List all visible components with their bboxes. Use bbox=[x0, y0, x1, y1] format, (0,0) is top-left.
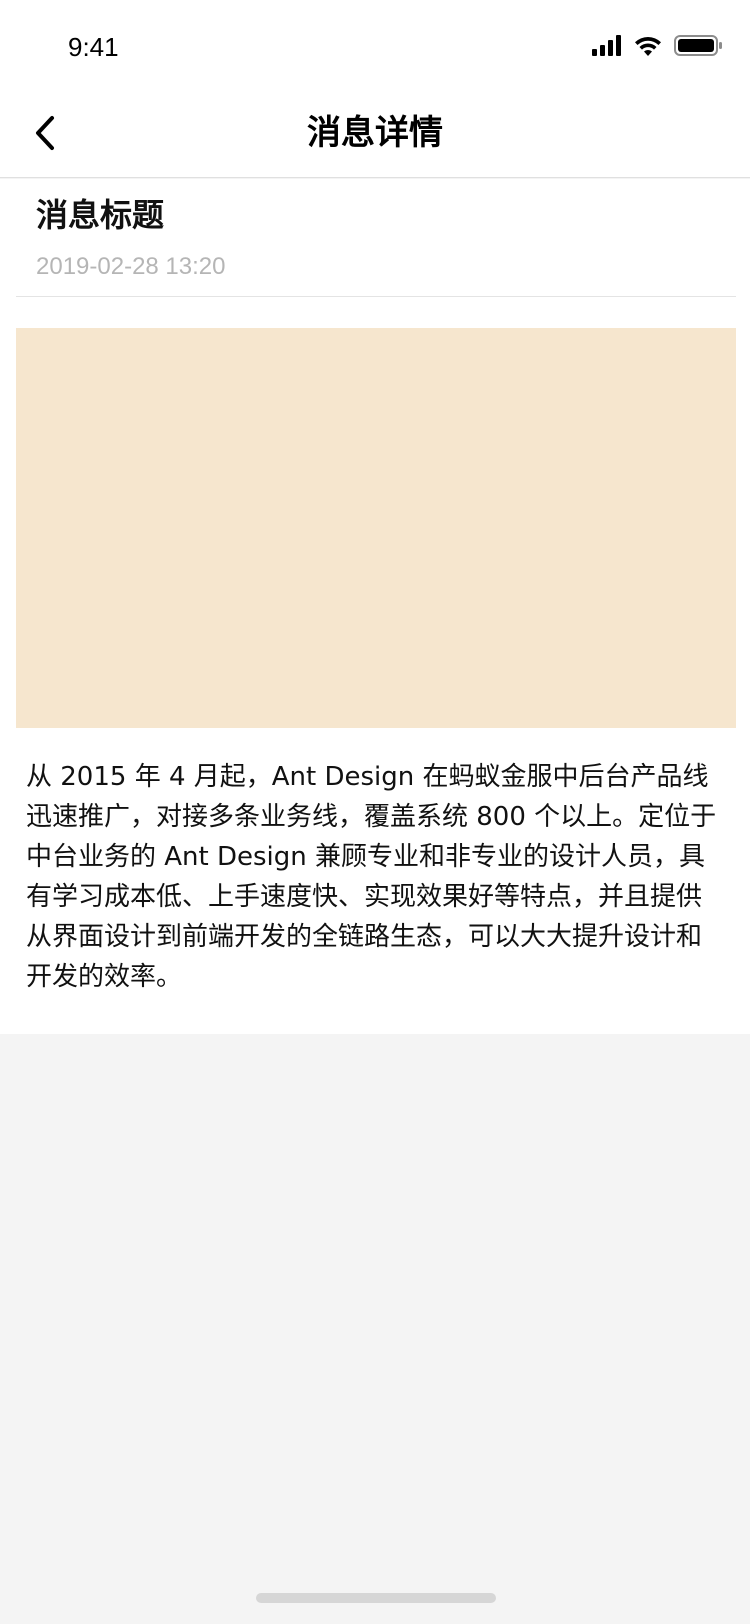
signal-icon bbox=[592, 35, 621, 56]
status-icons bbox=[592, 34, 722, 58]
cover-image bbox=[16, 328, 736, 728]
home-indicator[interactable] bbox=[256, 1593, 496, 1603]
message-title: 消息标题 bbox=[36, 196, 165, 234]
wifi-icon bbox=[635, 36, 661, 56]
message-header: 消息标题 2019-02-28 13:20 bbox=[16, 179, 736, 297]
status-time: 9:41 bbox=[68, 32, 119, 62]
message-body: 从 2015 年 4 月起，Ant Design 在蚂蚁金服中后台产品线迅速推广… bbox=[26, 762, 717, 992]
message-date: 2019-02-28 13:20 bbox=[36, 253, 226, 280]
battery-icon bbox=[674, 35, 722, 56]
nav-bar: 消息详情 bbox=[0, 88, 750, 178]
status-bar: 9:41 bbox=[0, 0, 750, 88]
message-detail: 消息标题 2019-02-28 13:20 从 2015 年 4 月起，Ant … bbox=[0, 179, 750, 1034]
page-title: 消息详情 bbox=[307, 113, 443, 153]
